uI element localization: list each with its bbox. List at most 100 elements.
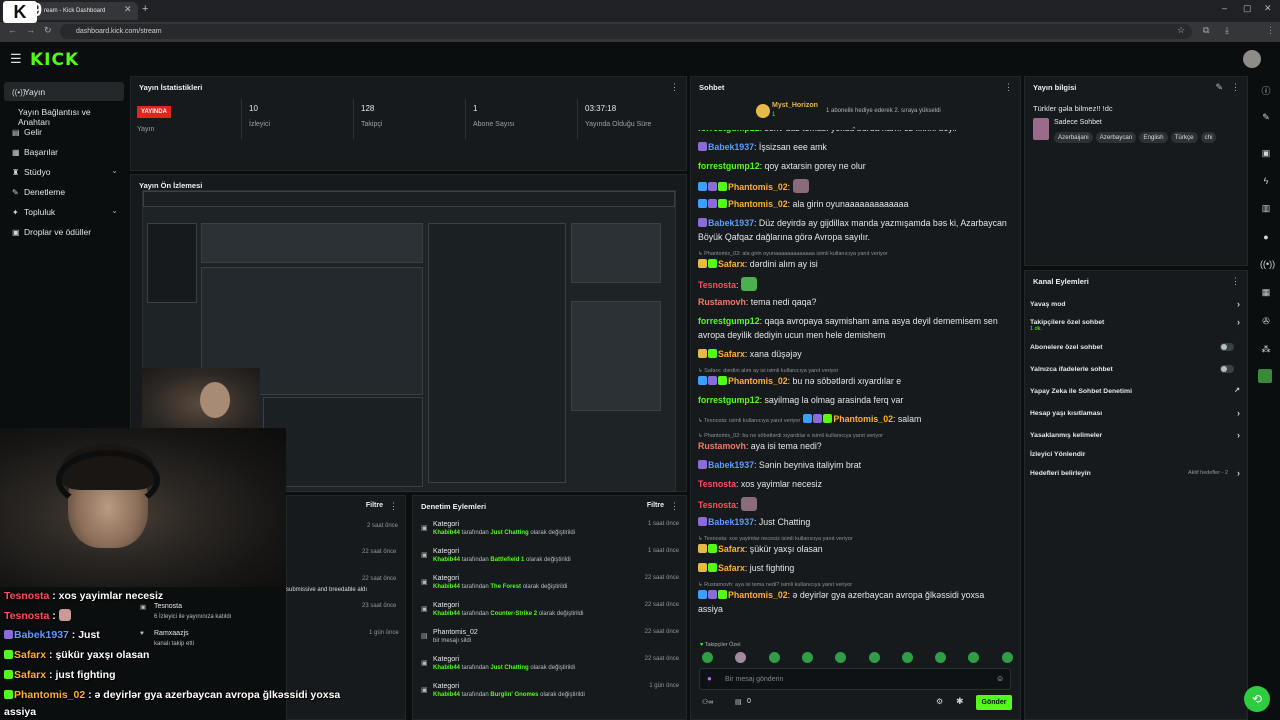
minimize-icon[interactable]: –: [1222, 3, 1227, 13]
channel-action-1[interactable]: Takipçilere özel sohbet 1 dk. ›: [1030, 317, 1242, 332]
moderation-row[interactable]: ▣ Kategori Khabib44 tarafından Counter-Str…: [421, 602, 679, 617]
chat-message[interactable]: forrestgump12: senv duz teması yoxdu bur…: [698, 130, 1010, 136]
info-icon[interactable]: ⓘ: [1260, 84, 1272, 96]
emote-icon[interactable]: [801, 652, 813, 663]
sidebar-item-1[interactable]: Yayın Bağlantısı ve Anahtarı: [4, 102, 124, 127]
channel-action-5[interactable]: Hesap yaşı kısıtlaması ›: [1030, 408, 1242, 418]
more-icon[interactable]: ⋮: [1231, 276, 1240, 287]
chat-message[interactable]: Rustamovh: tema nedi qaqa?: [698, 296, 1010, 310]
chat-message[interactable]: Safarx: xana düşəjəy: [698, 348, 1010, 362]
moderation-row[interactable]: ▣ Kategori Khabib44 tarafından The Forest …: [421, 575, 679, 590]
pinned-user[interactable]: Myst_Horizon: [772, 102, 818, 109]
chevron-right-icon[interactable]: ›: [1237, 299, 1240, 309]
chat-username[interactable]: Rustamovh: [698, 441, 746, 451]
forward-icon[interactable]: →: [26, 25, 35, 35]
tag[interactable]: chi: [1200, 132, 1217, 143]
emote-icon[interactable]: [702, 652, 713, 663]
emote-icon[interactable]: [735, 652, 747, 663]
moderation-row[interactable]: ▣ Kategori Khabib44 tarafından Battlefield…: [421, 548, 679, 563]
edit-icon[interactable]: ✎: [1215, 82, 1223, 93]
reply-context[interactable]: ↳ Rustamovh: aya isi tema nedi? isimli k…: [698, 581, 1010, 589]
tag[interactable]: Türkçe: [1170, 132, 1198, 143]
signal-icon[interactable]: ((•)): [1260, 259, 1275, 271]
emote-icon[interactable]: [868, 652, 880, 663]
chat-message[interactable]: Babek1937: Sənin beyniva italiyim brat: [698, 459, 1010, 473]
moderator-name[interactable]: Khabib44: [433, 665, 460, 671]
chat-message[interactable]: ↳ Tesnosta: isimli kullanıcıya yanıt ver…: [698, 413, 1010, 429]
sidebar-item-4[interactable]: ♜ Stüdyo ⌄: [4, 162, 124, 181]
chat-username[interactable]: Safarx: [718, 259, 745, 269]
chat-username[interactable]: Tesnosta: [698, 280, 736, 290]
tag[interactable]: Azerbaycan: [1095, 132, 1137, 143]
sidebar-item-6[interactable]: ✦ Topluluk ⌄: [4, 202, 124, 221]
reload-icon[interactable]: ↻: [44, 25, 52, 36]
chat-username[interactable]: forrestgump12: [698, 395, 760, 405]
channel-action-3[interactable]: Yalnızca ifadelerle sohbet: [1030, 365, 1242, 373]
chat-message[interactable]: Phantomis_02:: [698, 179, 1010, 195]
chat-tools-icon[interactable]: ✱: [956, 696, 964, 707]
moderation-row[interactable]: ▣ Kategori Khabib44 tarafından Burglin' Gn…: [421, 683, 679, 698]
toggle-switch[interactable]: [1220, 343, 1234, 351]
more-icon[interactable]: ⋮: [389, 501, 398, 512]
chat-username[interactable]: Babek1937: [708, 218, 754, 228]
chat-message[interactable]: Babek1937: Düz deyirdə ay gijdillax mand…: [698, 217, 1010, 244]
chat-message[interactable]: forrestgump12: qoy axtarsin gorey ne olu…: [698, 160, 1010, 174]
chat-username[interactable]: Babek1937: [708, 517, 754, 527]
emoji-icon[interactable]: ☺: [996, 674, 1004, 683]
channel-action-2[interactable]: Abonelere özel sohbet: [1030, 343, 1242, 351]
bolt-icon[interactable]: ϟ: [1260, 176, 1272, 188]
chevron-right-icon[interactable]: ›: [1237, 430, 1240, 440]
trash-icon[interactable]: ▤: [735, 698, 742, 706]
window-close-icon[interactable]: ✕: [1264, 3, 1272, 14]
browser-menu-icon[interactable]: ⋮: [1266, 25, 1275, 36]
category-link[interactable]: Burglin' Gnomes: [490, 692, 538, 698]
wrench-icon[interactable]: ✇: [1260, 316, 1272, 328]
more-icon[interactable]: ⋮: [1231, 82, 1240, 93]
sidebar-item-3[interactable]: ▦ Başarılar: [4, 142, 124, 161]
url-input[interactable]: dashboard.kick.com/stream: [60, 24, 1192, 39]
category-link[interactable]: The Forest: [490, 584, 521, 590]
moderation-row[interactable]: ▣ Kategori Khabib44 tarafından Just Chatti…: [421, 656, 679, 671]
sidebar-item-2[interactable]: ▤ Gelir: [4, 122, 124, 141]
tab-close-icon[interactable]: ✕: [124, 4, 132, 15]
chat-message[interactable]: Babek1937: İşsizsan eee amk: [698, 141, 1010, 155]
more-icon[interactable]: ⋮: [1004, 82, 1013, 93]
chat-username[interactable]: Safarx: [718, 544, 745, 554]
sidebar-item-0[interactable]: ((•))Yayın: [4, 82, 124, 101]
channel-action-8[interactable]: Hedefleri belirleyin Aktif hedefler - 2 ›: [1030, 468, 1242, 478]
chat-message[interactable]: forrestgump12: qaqa avropaya saymisham a…: [698, 315, 1010, 342]
chat-message[interactable]: Babek1937: Just Chatting: [698, 516, 1010, 530]
chevron-down-icon[interactable]: ⌄: [111, 166, 118, 175]
back-icon[interactable]: ←: [8, 25, 17, 35]
reply-context[interactable]: ↳ Tesnosta: xos yayimlar necesiz isimli …: [698, 535, 1010, 543]
toggle-switch[interactable]: [1220, 365, 1234, 373]
send-button[interactable]: Gönder: [976, 695, 1012, 710]
extensions-icon[interactable]: ⧉: [1203, 25, 1209, 36]
app-icon[interactable]: [1258, 369, 1272, 383]
chat-username[interactable]: forrestgump12: [698, 316, 760, 326]
chat-username[interactable]: Babek1937: [708, 142, 754, 152]
tag[interactable]: English: [1139, 132, 1168, 143]
chat-username[interactable]: Phantomis_02: [728, 376, 788, 386]
new-tab-icon[interactable]: +: [142, 3, 148, 15]
chat-message[interactable]: ↳ Tesnosta: xos yayimlar necesiz isimli …: [698, 535, 1010, 557]
chevron-down-icon[interactable]: ⌄: [111, 206, 118, 215]
menu-icon[interactable]: ☰: [10, 51, 22, 67]
chat-message[interactable]: Tesnosta: xos yayimlar necesiz: [698, 478, 1010, 492]
users-icon[interactable]: ⚇∞: [702, 698, 713, 706]
emote-icon[interactable]: [968, 652, 980, 663]
moderator-name[interactable]: Khabib44: [433, 584, 460, 590]
chat-username[interactable]: Tesnosta: [698, 479, 736, 489]
reply-context[interactable]: ↳ Phantomis_02: ala girin oyunaaaaaaaaaa…: [698, 250, 1010, 258]
tag[interactable]: Azerbaijani: [1054, 132, 1093, 143]
moderator-name[interactable]: Khabib44: [433, 611, 460, 617]
chat-username[interactable]: Safarx: [718, 563, 745, 573]
dots-icon[interactable]: ⁂: [1260, 344, 1272, 356]
chat-icon[interactable]: ●: [1260, 232, 1272, 244]
moderation-row[interactable]: ▣ Kategori Khabib44 tarafından Just Chatti…: [421, 521, 679, 536]
more-icon[interactable]: ⋮: [670, 501, 679, 512]
chat-username[interactable]: Phantomis_02: [728, 590, 788, 600]
emote-icon[interactable]: [1001, 652, 1013, 663]
chat-username[interactable]: Safarx: [718, 349, 745, 359]
chat-message[interactable]: Tesnosta:: [698, 497, 1010, 513]
